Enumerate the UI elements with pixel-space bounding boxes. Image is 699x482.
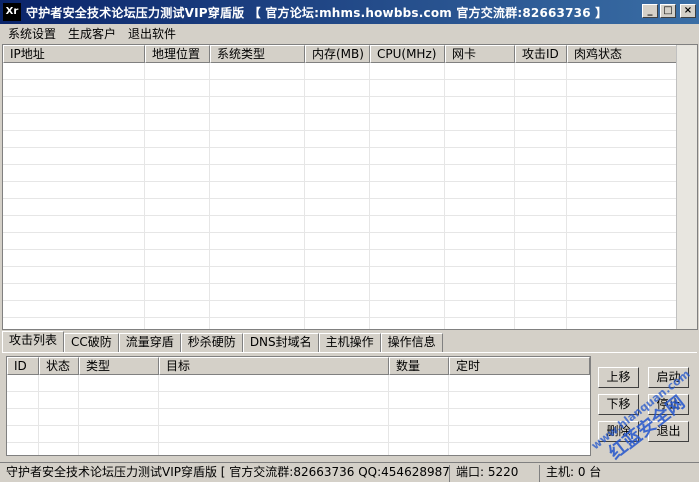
host-list-scrollbar[interactable] [676, 45, 697, 329]
minimize-button[interactable]: _ [642, 4, 658, 18]
menu-exit-software[interactable]: 退出软件 [122, 24, 182, 44]
column-divider [388, 375, 389, 455]
column-memory[interactable]: 内存(MB) [305, 45, 370, 63]
close-button[interactable]: × [680, 4, 696, 18]
window-title: 守护者安全技术论坛压力测试VIP穿盾版 【 官方论坛:mhms.howbbs.c… [26, 5, 608, 20]
tab-attack-list[interactable]: 攻击列表 [2, 331, 65, 352]
menu-system-settings[interactable]: 系统设置 [2, 24, 62, 44]
column-task-count[interactable]: 数量 [389, 357, 449, 375]
tab-cc-break[interactable]: CC破防 [64, 333, 119, 352]
column-task-status[interactable]: 状态 [39, 357, 79, 375]
tab-host-operation[interactable]: 主机操作 [318, 333, 381, 352]
column-divider [209, 63, 210, 329]
column-divider [566, 63, 567, 329]
column-divider [78, 375, 79, 455]
host-table-body[interactable] [3, 63, 677, 329]
task-table-header: ID 状态 类型 目标 数量 定时 [7, 357, 590, 375]
start-button[interactable]: 启动 [648, 367, 689, 388]
host-list-table[interactable]: IP地址 地理位置 系统类型 内存(MB) CPU(MHz) 网卡 攻击ID 肉… [2, 44, 698, 330]
column-task-type[interactable]: 类型 [79, 357, 159, 375]
menu-bar: 系统设置 生成客户 退出软件 [0, 24, 699, 44]
status-bar: 守护者安全技术论坛压力测试VIP穿盾版 [ 官方交流群:82663736 QQ:… [0, 462, 699, 482]
tab-flow-penetrate[interactable]: 流量穿盾 [118, 333, 181, 352]
maximize-button[interactable]: □ [660, 4, 676, 18]
column-nic[interactable]: 网卡 [445, 45, 515, 63]
column-divider [444, 63, 445, 329]
tab-dns-block[interactable]: DNS封域名 [242, 333, 319, 352]
column-divider [38, 375, 39, 455]
column-divider [514, 63, 515, 329]
attack-task-table[interactable]: ID 状态 类型 目标 数量 定时 [6, 356, 591, 456]
status-info: 守护者安全技术论坛压力测试VIP穿盾版 [ 官方交流群:82663736 QQ:… [2, 465, 450, 482]
attack-list-panel: ID 状态 类型 目标 数量 定时 上移 启动 下移 停止 删除 退出 [2, 352, 697, 460]
app-icon: Xr [3, 3, 21, 21]
column-task-timer[interactable]: 定时 [449, 357, 590, 375]
tab-instant-hard-defense[interactable]: 秒杀硬防 [180, 333, 243, 352]
title-bar: Xr 守护者安全技术论坛压力测试VIP穿盾版 【 官方论坛:mhms.howbb… [0, 0, 699, 24]
column-divider [158, 375, 159, 455]
move-down-button[interactable]: 下移 [598, 394, 639, 415]
delete-button[interactable]: 删除 [598, 421, 639, 442]
column-divider [304, 63, 305, 329]
column-attack-id[interactable]: 攻击ID [515, 45, 567, 63]
column-task-id[interactable]: ID [7, 357, 39, 375]
tab-operation-info[interactable]: 操作信息 [380, 333, 443, 352]
host-table-header: IP地址 地理位置 系统类型 内存(MB) CPU(MHz) 网卡 攻击ID 肉… [3, 45, 677, 63]
column-divider [448, 375, 449, 455]
column-ip-address[interactable]: IP地址 [3, 45, 145, 63]
menu-generate-client[interactable]: 生成客户 [62, 24, 122, 44]
column-cpu[interactable]: CPU(MHz) [370, 45, 445, 63]
exit-button[interactable]: 退出 [648, 421, 689, 442]
status-host-count: 主机: 0 台 [546, 465, 602, 479]
column-divider [144, 63, 145, 329]
column-location[interactable]: 地理位置 [145, 45, 210, 63]
move-up-button[interactable]: 上移 [598, 367, 639, 388]
column-os-type[interactable]: 系统类型 [210, 45, 305, 63]
status-port: 端口: 5220 [452, 465, 540, 482]
column-bot-status[interactable]: 肉鸡状态 [567, 45, 677, 63]
window-controls: _ □ × [642, 4, 696, 18]
task-table-body[interactable] [7, 375, 590, 455]
column-task-target[interactable]: 目标 [159, 357, 389, 375]
column-divider [369, 63, 370, 329]
stop-button[interactable]: 停止 [648, 394, 689, 415]
function-tabs: 攻击列表 CC破防 流量穿盾 秒杀硬防 DNS封域名 主机操作 操作信息 [2, 331, 443, 352]
